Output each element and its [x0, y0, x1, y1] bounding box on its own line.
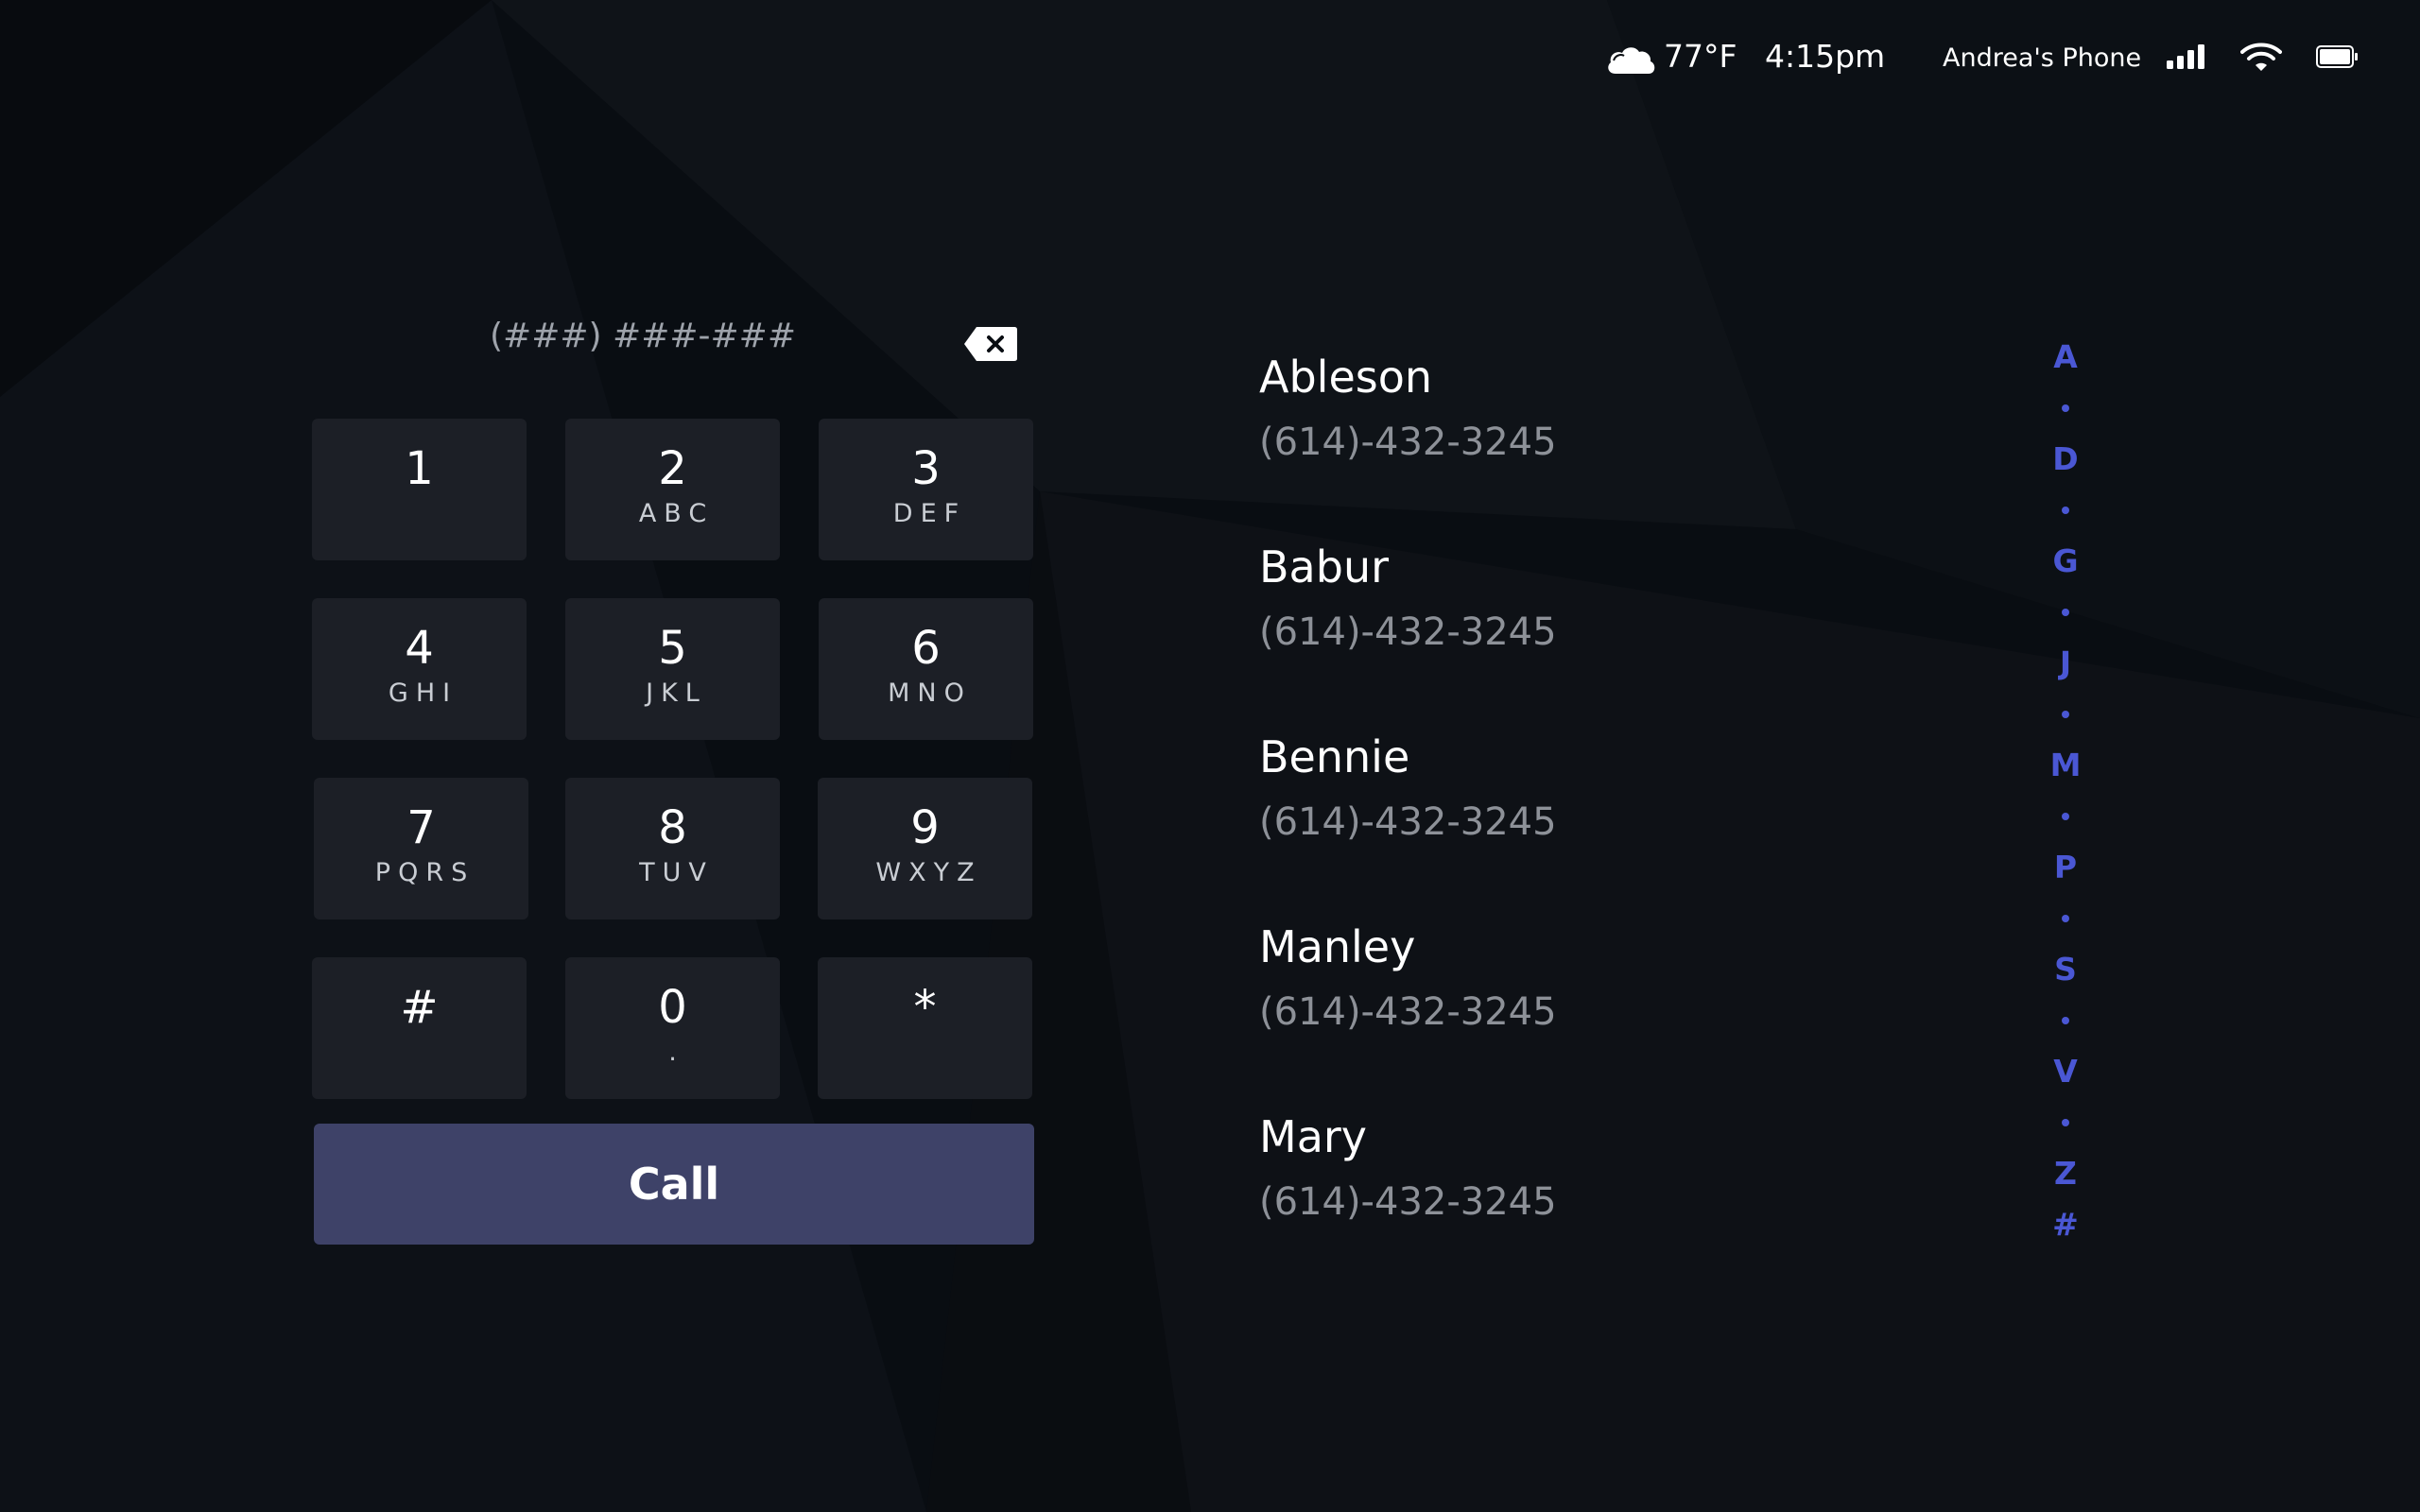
contact-name: Babur — [1259, 541, 1390, 593]
key-3[interactable]: 3 DEF — [819, 419, 1033, 560]
device-name: Andrea's Phone — [1943, 43, 2142, 73]
contact-phone: (614)-432-3245 — [1259, 800, 1557, 844]
index-separator-dot — [2062, 404, 2069, 412]
contact-phone: (614)-432-3245 — [1259, 1180, 1557, 1224]
key-4[interactable]: 4 GHI — [312, 598, 527, 740]
temperature: 77°F — [1664, 38, 1737, 75]
key-6[interactable]: 6 MNO — [819, 598, 1033, 740]
status-bar: 77°F 4:15pm Andrea's Phone — [0, 0, 2420, 123]
key-8[interactable]: 8 TUV — [565, 778, 780, 919]
clock-time: 4:15pm — [1765, 38, 1886, 75]
contact-item[interactable]: Manley (614)-432-3245 — [1259, 910, 1921, 1100]
key-9[interactable]: 9 WXYZ — [818, 778, 1032, 919]
index-letter-g[interactable]: G — [2032, 542, 2099, 579]
contact-name: Ableson — [1259, 352, 1433, 403]
index-letter-j[interactable]: J — [2032, 644, 2099, 681]
key-5[interactable]: 5 JKL — [565, 598, 780, 740]
contact-item[interactable]: Bennie (614)-432-3245 — [1259, 720, 1921, 910]
contact-name: Manley — [1259, 921, 1416, 972]
cellular-signal-icon — [2167, 44, 2204, 69]
index-separator-dot — [2062, 609, 2069, 616]
key-hash[interactable]: # — [312, 957, 527, 1099]
contact-item[interactable]: Babur (614)-432-3245 — [1259, 530, 1921, 720]
index-letter-s[interactable]: S — [2032, 951, 2099, 988]
index-letter-hash[interactable]: # — [2032, 1206, 2099, 1243]
key-1[interactable]: 1 — [312, 419, 527, 560]
index-letter-v[interactable]: V — [2032, 1053, 2099, 1090]
index-separator-dot — [2062, 813, 2069, 820]
index-separator-dot — [2062, 1017, 2069, 1024]
contact-phone: (614)-432-3245 — [1259, 990, 1557, 1034]
alphabet-index: A D G J M P S V Z # — [2032, 331, 2099, 1257]
key-7[interactable]: 7 PQRS — [314, 778, 528, 919]
key-star[interactable]: * — [818, 957, 1032, 1099]
index-letter-a[interactable]: A — [2032, 338, 2099, 375]
index-letter-p[interactable]: P — [2032, 849, 2099, 885]
key-2[interactable]: 2 ABC — [565, 419, 780, 560]
index-separator-dot — [2062, 507, 2069, 514]
index-letter-d[interactable]: D — [2032, 440, 2099, 477]
cloud-icon — [1608, 47, 1655, 74]
call-button[interactable]: Call — [314, 1124, 1034, 1245]
battery-icon — [2316, 45, 2358, 68]
index-separator-dot — [2062, 711, 2069, 718]
wifi-icon — [2240, 43, 2282, 71]
keypad: 1 2 ABC 3 DEF 4 GHI 5 JKL 6 MNO 7 PQRS 8 — [312, 419, 1034, 1099]
contact-phone: (614)-432-3245 — [1259, 610, 1557, 654]
contact-name: Bennie — [1259, 731, 1410, 782]
index-separator-dot — [2062, 915, 2069, 922]
contact-list: Ableson (614)-432-3245 Babur (614)-432-3… — [1259, 340, 1921, 1290]
dial-number-display[interactable]: (###) ###-### — [454, 317, 832, 373]
contact-phone: (614)-432-3245 — [1259, 421, 1557, 464]
contact-item[interactable]: Ableson (614)-432-3245 — [1259, 340, 1921, 530]
phone-dialer-screen: 77°F 4:15pm Andrea's Phone (###) ###-###… — [0, 0, 2420, 1512]
contact-item[interactable]: Mary (614)-432-3245 — [1259, 1100, 1921, 1290]
index-separator-dot — [2062, 1119, 2069, 1126]
index-letter-m[interactable]: M — [2032, 747, 2099, 783]
backspace-icon[interactable] — [963, 325, 1018, 363]
contact-name: Mary — [1259, 1111, 1368, 1162]
index-letter-z[interactable]: Z — [2032, 1155, 2099, 1192]
key-0[interactable]: 0 . — [565, 957, 780, 1099]
